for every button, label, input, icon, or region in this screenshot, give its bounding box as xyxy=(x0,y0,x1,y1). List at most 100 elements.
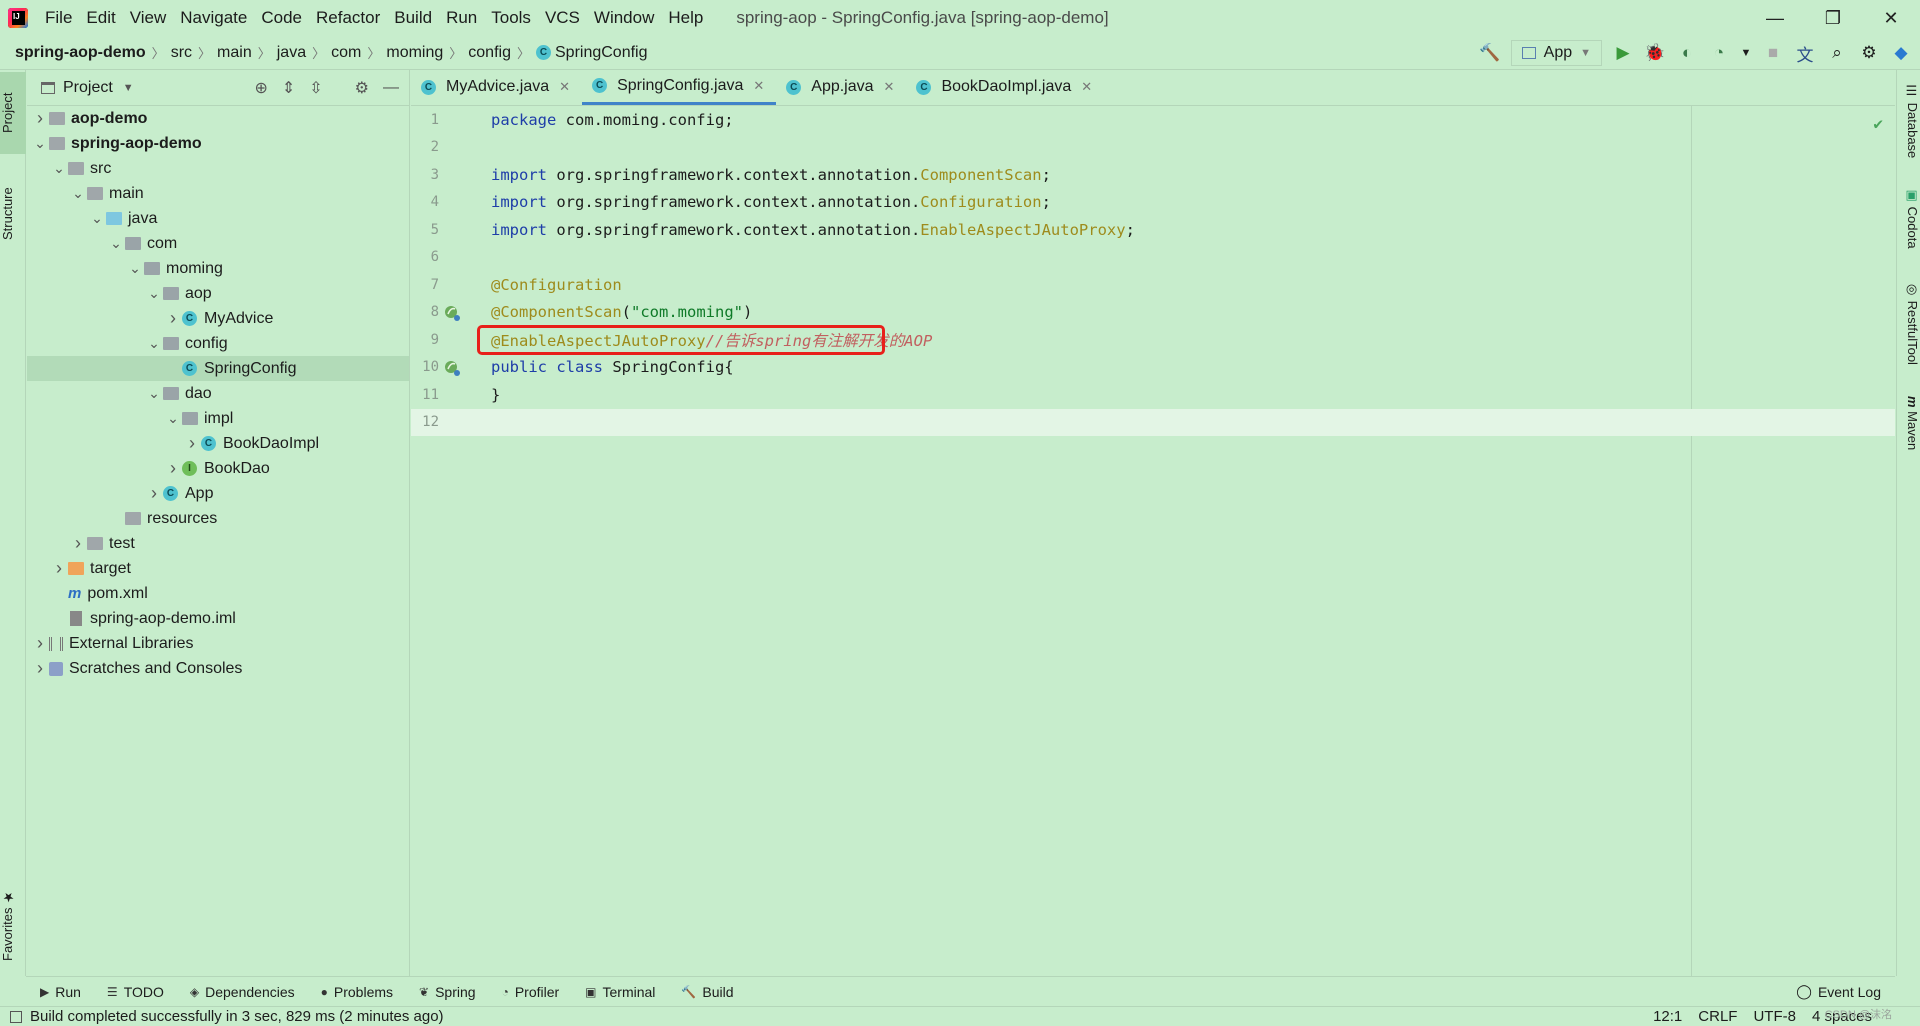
breadcrumb-item[interactable]: spring-aop-demo xyxy=(15,44,146,62)
tool-window-spring[interactable]: ❦ Spring xyxy=(419,984,476,1000)
chevron-right-icon[interactable]: › xyxy=(31,633,49,654)
chevron-down-icon[interactable]: ⌄ xyxy=(164,410,182,427)
breadcrumb-item[interactable]: src xyxy=(171,44,192,62)
tool-window-profiler[interactable]: ◔ Profiler xyxy=(502,984,560,1000)
menu-code[interactable]: Code xyxy=(254,8,309,28)
status-message[interactable]: Build completed successfully in 3 sec, 8… xyxy=(30,1008,444,1025)
code-line[interactable]: 6 xyxy=(411,244,1895,272)
chevron-down-icon[interactable]: ⌄ xyxy=(126,260,144,277)
menu-vcs[interactable]: VCS xyxy=(538,8,587,28)
toggle-tool-windows-icon[interactable] xyxy=(10,1010,22,1023)
breadcrumb-item[interactable]: com xyxy=(331,44,361,62)
stop-icon[interactable]: ■ xyxy=(1762,43,1784,63)
tree-item[interactable]: ⌄ com xyxy=(27,231,409,256)
code-line[interactable]: 11} xyxy=(411,381,1895,409)
close-button[interactable]: ✕ xyxy=(1862,0,1920,36)
inspection-ok-check-icon[interactable]: ✔ xyxy=(1873,114,1883,133)
event-log-button[interactable]: ◯ Event Log xyxy=(1796,983,1881,1000)
code-line[interactable]: 8 @ComponentScan("com.moming") xyxy=(411,299,1895,327)
caret-position[interactable]: 12:1 xyxy=(1653,1008,1682,1025)
project-panel-title[interactable]: Project xyxy=(63,79,113,97)
tree-item[interactable]: › External Libraries xyxy=(27,631,409,656)
editor-tab[interactable]: C MyAdvice.java ✕ xyxy=(411,69,582,105)
tree-item[interactable]: ⌄ java xyxy=(27,206,409,231)
file-encoding[interactable]: UTF-8 xyxy=(1753,1008,1796,1025)
tree-item[interactable]: › target xyxy=(27,556,409,581)
menu-refactor[interactable]: Refactor xyxy=(309,8,387,28)
code-line[interactable]: 12 xyxy=(411,408,1895,436)
translate-icon[interactable]: 文 xyxy=(1794,41,1816,66)
editor-tab[interactable]: C BookDaoImpl.java ✕ xyxy=(906,69,1104,105)
tree-item[interactable]: spring-aop-demo.iml xyxy=(27,606,409,631)
code-line[interactable]: 1 package com.moming.config; xyxy=(411,106,1895,134)
chevron-right-icon[interactable]: › xyxy=(183,433,201,454)
search-icon[interactable]: ⌕ xyxy=(1826,43,1848,63)
more-run-chevron-icon[interactable]: ▼ xyxy=(1740,47,1752,59)
chevron-right-icon[interactable]: › xyxy=(69,533,87,554)
project-tool-tab[interactable]: Project xyxy=(0,72,26,154)
chevron-right-icon[interactable]: › xyxy=(31,108,49,129)
chevron-right-icon[interactable]: › xyxy=(145,483,163,504)
menu-window[interactable]: Window xyxy=(587,8,661,28)
breadcrumb-item[interactable]: main xyxy=(217,44,252,62)
tree-item[interactable]: ⌄ spring-aop-demo xyxy=(27,131,409,156)
menu-build[interactable]: Build xyxy=(387,8,439,28)
expand-all-icon[interactable]: ⇕ xyxy=(282,78,295,98)
profile-icon[interactable]: ◔ xyxy=(1708,43,1730,63)
tool-window-run[interactable]: ▶ Run xyxy=(40,984,81,1000)
breadcrumb-item[interactable]: java xyxy=(277,44,306,62)
code-line[interactable]: 10 public class SpringConfig{ xyxy=(411,354,1895,382)
chevron-right-icon[interactable]: › xyxy=(50,558,68,579)
tree-item[interactable]: ⌄ config xyxy=(27,331,409,356)
editor-tab[interactable]: C SpringConfig.java ✕ xyxy=(582,69,777,105)
menu-edit[interactable]: Edit xyxy=(79,8,122,28)
tree-item[interactable]: › C BookDaoImpl xyxy=(27,431,409,456)
tool-window-problems[interactable]: ● Problems xyxy=(321,984,393,1000)
run-icon[interactable]: ▶ xyxy=(1612,43,1634,63)
structure-tool-tab[interactable]: Structure xyxy=(0,170,26,258)
jetbrains-toolbox-icon[interactable]: ◆ xyxy=(1890,43,1912,63)
restore-button[interactable]: ❐ xyxy=(1804,0,1862,36)
code-line[interactable]: 5 import org.springframework.context.anno… xyxy=(411,216,1895,244)
close-tab-icon[interactable]: ✕ xyxy=(753,78,764,94)
tree-item[interactable]: resources xyxy=(27,506,409,531)
editor-tab[interactable]: C App.java ✕ xyxy=(776,69,906,105)
database-tool-tab[interactable]: ☰ Database xyxy=(1896,84,1920,158)
chevron-right-icon[interactable]: › xyxy=(31,658,49,679)
close-tab-icon[interactable]: ✕ xyxy=(884,79,895,95)
menu-tools[interactable]: Tools xyxy=(484,8,538,28)
chevron-down-icon[interactable]: ⌄ xyxy=(50,160,68,177)
hide-panel-icon[interactable]: — xyxy=(383,79,399,97)
tree-item[interactable]: › C App xyxy=(27,481,409,506)
tree-item[interactable]: › aop-demo xyxy=(27,106,409,131)
favorites-tool-tab[interactable]: Favorites ★ xyxy=(0,880,26,970)
tool-window-terminal[interactable]: ▣ Terminal xyxy=(585,984,655,1000)
maven-tool-tab[interactable]: m Maven xyxy=(1896,396,1920,450)
menu-run[interactable]: Run xyxy=(439,8,484,28)
locate-target-icon[interactable]: ⊕ xyxy=(254,78,267,98)
chevron-down-icon[interactable]: ⌄ xyxy=(31,135,49,152)
menu-help[interactable]: Help xyxy=(661,8,710,28)
coverage-icon[interactable]: ◐ xyxy=(1676,43,1698,63)
tool-window-dependencies[interactable]: ◈ Dependencies xyxy=(190,984,295,1000)
collapse-all-icon[interactable]: ⇳ xyxy=(309,78,322,98)
line-separator[interactable]: CRLF xyxy=(1698,1008,1737,1025)
code-line[interactable]: 3 import org.springframework.context.anno… xyxy=(411,161,1895,189)
tree-item[interactable]: ⌄ moming xyxy=(27,256,409,281)
tool-window-build[interactable]: 🔨 Build xyxy=(681,984,733,1000)
tree-item[interactable]: › C MyAdvice xyxy=(27,306,409,331)
codota-tool-tab[interactable]: ▣ Codota xyxy=(1896,188,1920,249)
chevron-down-icon[interactable]: ⌄ xyxy=(145,285,163,302)
tree-item[interactable]: ⌄ aop xyxy=(27,281,409,306)
breadcrumb-item[interactable]: config xyxy=(468,44,511,62)
tree-item[interactable]: ⌄ impl xyxy=(27,406,409,431)
chevron-right-icon[interactable]: › xyxy=(164,308,182,329)
debug-icon[interactable]: 🐞 xyxy=(1644,43,1666,63)
run-configuration-select[interactable]: App ▼ xyxy=(1510,40,1602,66)
tree-item[interactable]: ⌄ main xyxy=(27,181,409,206)
breadcrumb-item[interactable]: C SpringConfig xyxy=(536,44,648,62)
menu-view[interactable]: View xyxy=(123,8,174,28)
tree-item[interactable]: C SpringConfig xyxy=(27,356,409,381)
code-line[interactable]: 4 import org.springframework.context.anno… xyxy=(411,189,1895,217)
chevron-down-icon[interactable]: ▼ xyxy=(123,82,134,94)
